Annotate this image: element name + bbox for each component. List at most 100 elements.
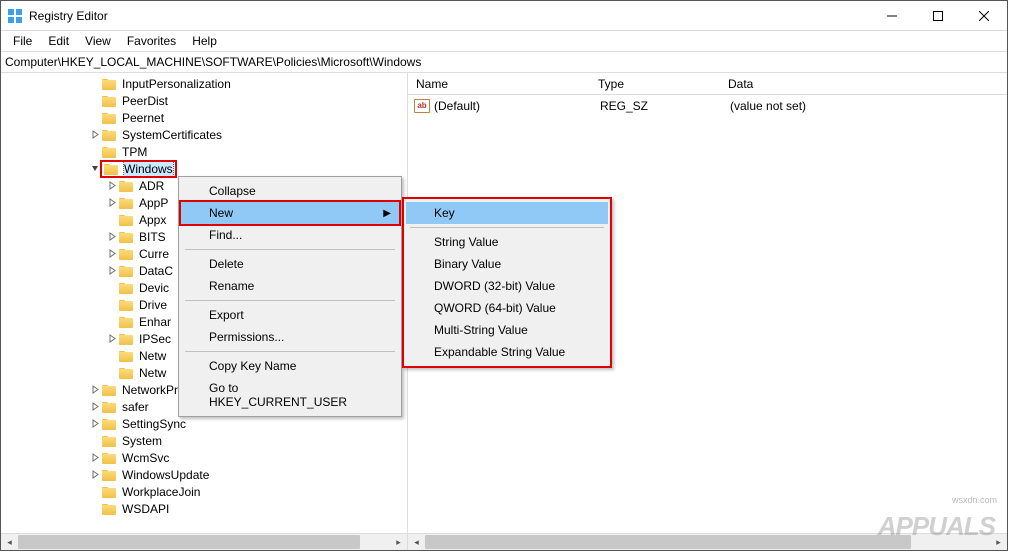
column-name[interactable]: Name bbox=[408, 77, 598, 91]
scroll-left-button[interactable]: ◂ bbox=[408, 534, 425, 551]
twisty-none bbox=[106, 367, 118, 379]
folder-icon bbox=[119, 213, 135, 227]
context-item-label: Go to HKEY_CURRENT_USER bbox=[209, 381, 375, 409]
context-item-label: QWORD (64-bit) Value bbox=[434, 301, 556, 315]
menu-help[interactable]: Help bbox=[184, 33, 225, 49]
menubar: File Edit View Favorites Help bbox=[1, 31, 1007, 51]
folder-icon bbox=[102, 94, 118, 108]
values-header: Name Type Data bbox=[408, 73, 1007, 95]
tree-node-label: BITS bbox=[139, 230, 166, 244]
chevron-right-icon[interactable] bbox=[89, 401, 101, 413]
context-item-string-value[interactable]: String Value bbox=[406, 231, 608, 253]
context-item-key[interactable]: Key bbox=[406, 202, 608, 224]
tree-node-label: PeerDist bbox=[122, 94, 168, 108]
twisty-none bbox=[89, 112, 101, 124]
context-item-dword-32-bit-value[interactable]: DWORD (32-bit) Value bbox=[406, 275, 608, 297]
close-button[interactable] bbox=[961, 1, 1007, 31]
context-item-binary-value[interactable]: Binary Value bbox=[406, 253, 608, 275]
scroll-thumb[interactable] bbox=[425, 535, 911, 549]
tree-node-label: IPSec bbox=[139, 332, 171, 346]
context-item-new[interactable]: New▶ bbox=[181, 202, 399, 224]
tree-node[interactable]: Peernet bbox=[1, 109, 407, 126]
tree-node[interactable]: SettingSync bbox=[1, 415, 407, 432]
context-menu: CollapseNew▶ Find... Delete Rename Export Per… bbox=[178, 176, 402, 417]
folder-icon bbox=[102, 77, 118, 91]
tree-horizontal-scrollbar[interactable]: ◂ ▸ bbox=[1, 533, 407, 550]
folder-icon bbox=[119, 196, 135, 210]
scroll-right-button[interactable]: ▸ bbox=[390, 534, 407, 550]
tree-node-label: Netw bbox=[139, 349, 166, 363]
chevron-right-icon[interactable] bbox=[89, 418, 101, 430]
chevron-right-icon[interactable] bbox=[106, 231, 118, 243]
chevron-right-icon[interactable] bbox=[89, 469, 101, 481]
folder-icon bbox=[119, 247, 135, 261]
tree-node[interactable]: WorkplaceJoin bbox=[1, 483, 407, 500]
maximize-button[interactable] bbox=[915, 1, 961, 31]
column-data[interactable]: Data bbox=[728, 77, 1007, 91]
tree-node[interactable]: WcmSvc bbox=[1, 449, 407, 466]
registry-editor-window: Registry Editor File Edit View Favorites… bbox=[0, 0, 1008, 551]
context-item-label: Binary Value bbox=[434, 257, 501, 271]
tree-node[interactable]: WSDAPI bbox=[1, 500, 407, 517]
context-item-permissions[interactable]: Permissions... bbox=[181, 326, 399, 348]
tree-node[interactable]: TPM bbox=[1, 143, 407, 160]
folder-icon bbox=[102, 468, 118, 482]
twisty-none bbox=[106, 350, 118, 362]
context-item-rename[interactable]: Rename bbox=[181, 275, 399, 297]
tree-node[interactable]: Windows bbox=[1, 160, 407, 177]
tree-node-label: Windows bbox=[124, 162, 173, 176]
value-row[interactable]: ab (Default) REG_SZ (value not set) bbox=[408, 97, 1007, 114]
context-item-delete[interactable]: Delete bbox=[181, 253, 399, 275]
folder-icon bbox=[119, 298, 135, 312]
tree-node[interactable]: WindowsUpdate bbox=[1, 466, 407, 483]
context-item-copy-key-name[interactable]: Copy Key Name bbox=[181, 355, 399, 377]
folder-icon bbox=[119, 349, 135, 363]
tree-node-label: Drive bbox=[139, 298, 167, 312]
menu-edit[interactable]: Edit bbox=[40, 33, 77, 49]
chevron-right-icon[interactable] bbox=[89, 452, 101, 464]
menu-file[interactable]: File bbox=[5, 33, 40, 49]
context-item-go-to-hkey-current-user[interactable]: Go to HKEY_CURRENT_USER bbox=[181, 377, 399, 413]
menu-favorites[interactable]: Favorites bbox=[119, 33, 184, 49]
scroll-track[interactable] bbox=[18, 534, 390, 550]
twisty-none bbox=[89, 78, 101, 90]
chevron-down-icon[interactable] bbox=[89, 163, 101, 175]
tree-node-label: Appx bbox=[139, 213, 166, 227]
tree-node-label: AppP bbox=[139, 196, 168, 210]
context-item-export[interactable]: Export bbox=[181, 304, 399, 326]
scroll-thumb[interactable] bbox=[18, 535, 360, 549]
scroll-left-button[interactable]: ◂ bbox=[1, 534, 18, 550]
twisty-none bbox=[89, 486, 101, 498]
minimize-button[interactable] bbox=[869, 1, 915, 31]
tree-node[interactable]: PeerDist bbox=[1, 92, 407, 109]
chevron-right-icon[interactable] bbox=[89, 384, 101, 396]
tree-node-label: TPM bbox=[122, 145, 147, 159]
tree-node[interactable]: System bbox=[1, 432, 407, 449]
column-type[interactable]: Type bbox=[598, 77, 728, 91]
context-item-label: Multi-String Value bbox=[434, 323, 528, 337]
context-item-label: Find... bbox=[209, 228, 242, 242]
chevron-right-icon[interactable] bbox=[106, 197, 118, 209]
address-bar[interactable]: Computer\HKEY_LOCAL_MACHINE\SOFTWARE\Pol… bbox=[1, 51, 1007, 73]
context-item-collapse[interactable]: Collapse bbox=[181, 180, 399, 202]
context-item-find[interactable]: Find... bbox=[181, 224, 399, 246]
tree-node[interactable]: SystemCertificates bbox=[1, 126, 407, 143]
tree-node-label: System bbox=[122, 434, 162, 448]
context-item-label: Delete bbox=[209, 257, 244, 271]
chevron-right-icon[interactable] bbox=[106, 180, 118, 192]
tree-node-label: Peernet bbox=[122, 111, 164, 125]
chevron-right-icon[interactable] bbox=[106, 333, 118, 345]
chevron-right-icon[interactable] bbox=[106, 265, 118, 277]
menu-view[interactable]: View bbox=[77, 33, 119, 49]
context-item-expandable-string-value[interactable]: Expandable String Value bbox=[406, 341, 608, 363]
value-name: (Default) bbox=[434, 99, 600, 113]
chevron-right-icon[interactable] bbox=[89, 129, 101, 141]
context-item-label: Export bbox=[209, 308, 244, 322]
context-item-multi-string-value[interactable]: Multi-String Value bbox=[406, 319, 608, 341]
context-item-label: DWORD (32-bit) Value bbox=[434, 279, 555, 293]
context-item-qword-64-bit-value[interactable]: QWORD (64-bit) Value bbox=[406, 297, 608, 319]
tree-node-label: safer bbox=[122, 400, 149, 414]
tree-node[interactable]: InputPersonalization bbox=[1, 75, 407, 92]
tree-node-label: SystemCertificates bbox=[122, 128, 222, 142]
chevron-right-icon[interactable] bbox=[106, 248, 118, 260]
